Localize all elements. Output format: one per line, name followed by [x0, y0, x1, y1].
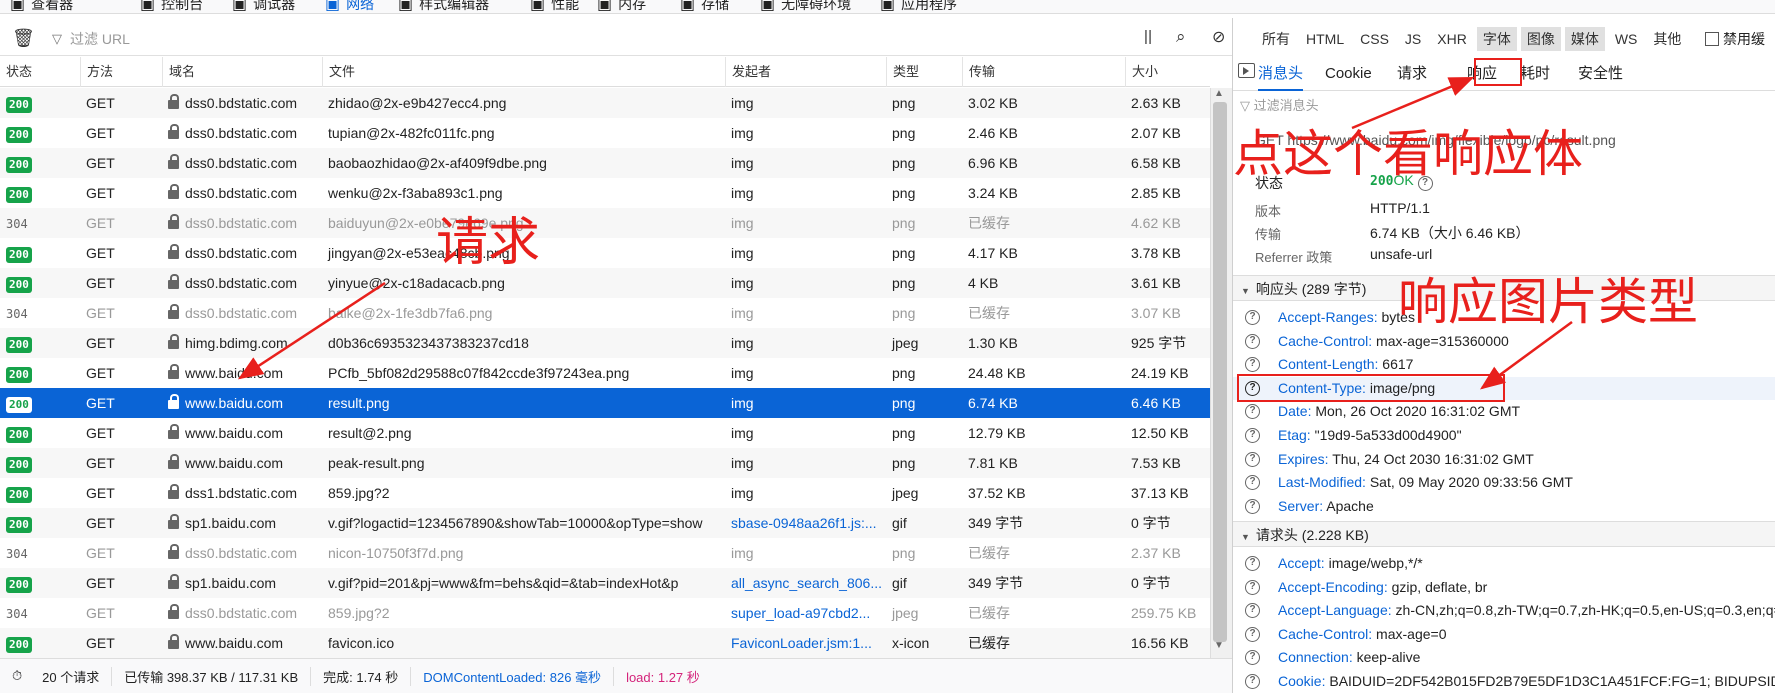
- annotation-content-type: 响应图片类型: [1398, 273, 1698, 331]
- annotation-request: 请求: [436, 213, 541, 273]
- annotation-response-body: 点这个看响应体: [1233, 125, 1583, 183]
- arrow-to-row: [237, 281, 386, 380]
- annotation-arrows: [237, 76, 1573, 390]
